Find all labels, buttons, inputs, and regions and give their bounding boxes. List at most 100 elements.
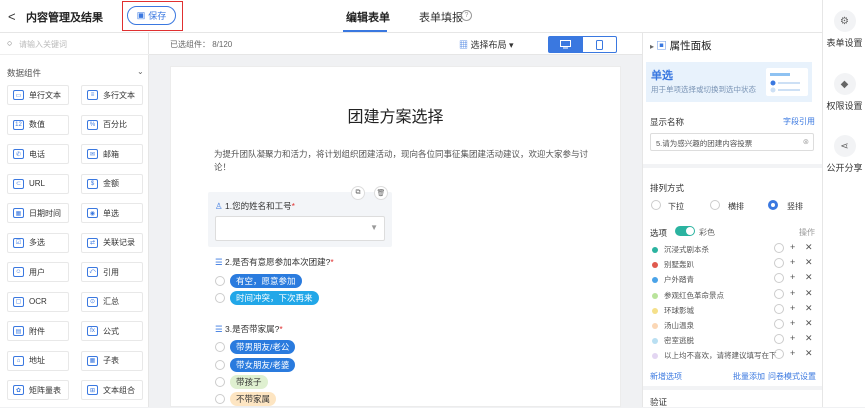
component-icon: ⊞	[87, 385, 98, 395]
delete-option-icon[interactable]: ✕	[805, 272, 813, 283]
layout-select[interactable]: ▦ 选择布局 ▾	[459, 38, 514, 51]
q2-option-radio[interactable]	[215, 293, 225, 303]
q3-option-pill[interactable]: 不带家属	[230, 392, 277, 406]
component-item[interactable]: ✆ 电话	[7, 144, 69, 164]
add-icon[interactable]: +	[790, 303, 795, 313]
add-icon[interactable]: +	[790, 288, 795, 298]
option-row[interactable]: 别墅轰趴	[652, 259, 694, 270]
delete-option-icon[interactable]: ✕	[805, 288, 813, 299]
delete-option-icon[interactable]: ✕	[805, 348, 813, 359]
search-input[interactable]: ○ 请输入关键词	[0, 33, 149, 55]
q3-option-radio[interactable]	[215, 377, 225, 387]
tab-edit-form[interactable]: 编辑表单	[346, 9, 390, 25]
q2-option-radio[interactable]	[215, 276, 225, 286]
default-option-radio[interactable]	[774, 243, 784, 253]
back-icon[interactable]: <	[8, 9, 16, 24]
component-item[interactable]: ✿ 矩阵量表	[7, 380, 69, 400]
q3-option-radio[interactable]	[215, 394, 225, 404]
q3-option-radio[interactable]	[215, 342, 225, 352]
option-color-dot[interactable]	[652, 247, 658, 254]
delete-option-icon[interactable]: ✕	[805, 318, 813, 329]
chevron-down-icon[interactable]: ⌄	[137, 67, 144, 76]
component-item[interactable]: ▦ 日期时间	[7, 203, 69, 223]
component-item[interactable]: ⌂ 地址	[7, 350, 69, 371]
component-item[interactable]: ▦ 子表	[81, 350, 143, 371]
component-item[interactable]: $ 金额	[81, 173, 143, 194]
questionnaire-mode-link[interactable]: 问卷模式设置	[768, 371, 816, 382]
option-color-dot[interactable]	[652, 262, 658, 269]
add-icon[interactable]: +	[790, 318, 795, 328]
component-item[interactable]: ▢ OCR	[7, 291, 69, 312]
component-item[interactable]: ≡ 多行文本	[81, 85, 143, 105]
add-icon[interactable]: +	[790, 242, 795, 252]
option-row[interactable]: 密室逃脱	[652, 335, 694, 346]
q3-option-radio[interactable]	[215, 360, 225, 370]
option-color-dot[interactable]	[652, 338, 658, 345]
public-share-button[interactable]: ⋖ 公开分享	[823, 135, 865, 174]
mobile-view-button[interactable]	[583, 37, 617, 52]
component-item[interactable]: ▤ 附件	[7, 321, 69, 341]
option-color-dot[interactable]	[652, 277, 658, 284]
permission-settings-button[interactable]: ◆ 权限设置	[823, 73, 865, 112]
desktop-view-button[interactable]	[549, 37, 583, 52]
q3-option-pill[interactable]: 带男朋友/老公	[230, 340, 296, 354]
component-item[interactable]: ⇄ 关联记录	[81, 232, 143, 253]
delete-option-icon[interactable]: ✕	[805, 242, 813, 253]
component-item[interactable]: ⤺ 引用	[81, 262, 143, 282]
field-type: 单选	[651, 70, 673, 82]
component-item[interactable]: ✉ 邮箱	[81, 144, 143, 164]
display-name-input[interactable]: 5.请为感兴趣的团建内容投票 ⊗	[650, 133, 814, 151]
option-row[interactable]: 沉浸式剧本杀	[652, 244, 709, 255]
arrange-vertical-radio[interactable]	[768, 200, 778, 210]
arrange-horizontal-radio[interactable]	[710, 200, 720, 210]
copy-icon[interactable]: ⧉	[351, 186, 365, 200]
add-option-link[interactable]: 新增选项	[650, 371, 682, 382]
form-settings-button[interactable]: ⚙ 表单设置	[823, 10, 865, 49]
help-icon[interactable]: ?	[461, 10, 472, 21]
option-row[interactable]: 以上均不喜欢，请将建议填写在下	[652, 350, 777, 361]
component-item[interactable]: % 百分比	[81, 114, 143, 135]
component-item[interactable]: ☑ 多选	[7, 232, 69, 253]
option-row[interactable]: 汤山温泉	[652, 320, 694, 331]
save-button[interactable]: ▣ 保存	[127, 6, 176, 25]
option-row[interactable]: 环球影城	[652, 305, 694, 316]
option-color-dot[interactable]	[652, 353, 658, 360]
option-color-dot[interactable]	[652, 292, 658, 299]
q2-option-pill[interactable]: 有空，愿意参加	[230, 274, 302, 288]
component-item[interactable]: ⊂ URL	[7, 173, 69, 194]
add-icon[interactable]: +	[790, 257, 795, 267]
component-item[interactable]: 12 数值	[7, 114, 69, 135]
option-color-dot[interactable]	[652, 307, 658, 314]
delete-option-icon[interactable]: ✕	[805, 257, 813, 268]
component-item[interactable]: ⊙ 汇总	[81, 291, 143, 312]
question-1-input[interactable]: ▼	[215, 216, 385, 241]
q3-option-pill[interactable]: 带孩子	[230, 375, 268, 389]
default-option-radio[interactable]	[774, 303, 784, 314]
option-row[interactable]: 参观红色革命景点	[652, 290, 724, 301]
component-item[interactable]: ▭ 单行文本	[7, 85, 69, 105]
add-icon[interactable]: +	[790, 348, 795, 358]
component-item[interactable]: ☺ 用户	[7, 262, 69, 282]
tab-form-fill[interactable]: 表单填报	[419, 9, 463, 25]
field-reference-link[interactable]: 字段引用	[783, 116, 815, 127]
default-option-radio[interactable]	[774, 288, 784, 299]
q3-option-pill[interactable]: 带女朋友/老婆	[230, 358, 296, 372]
component-icon: ⤺	[87, 267, 98, 277]
component-item[interactable]: fx 公式	[81, 321, 143, 341]
q2-option-pill[interactable]: 时间冲突，下次再来	[230, 291, 319, 305]
component-item[interactable]: ◉ 单选	[81, 203, 143, 223]
delete-option-icon[interactable]: ✕	[805, 333, 813, 344]
shield-icon: ◆	[833, 73, 856, 95]
arrange-dropdown-radio[interactable]	[651, 200, 661, 210]
option-row[interactable]: 户外踏青	[652, 274, 694, 285]
default-option-radio[interactable]	[774, 319, 784, 329]
batch-add-link[interactable]: 批量添加	[733, 371, 765, 382]
component-item[interactable]: ⊞ 文本组合	[81, 380, 143, 400]
delete-option-icon[interactable]: ✕	[805, 303, 813, 314]
option-color-dot[interactable]	[652, 323, 658, 330]
delete-icon[interactable]: 🗑	[374, 186, 388, 200]
color-toggle[interactable]	[675, 226, 695, 236]
add-icon[interactable]: +	[790, 272, 795, 282]
add-icon[interactable]: +	[790, 333, 795, 343]
share-icon: ⋖	[833, 135, 856, 157]
